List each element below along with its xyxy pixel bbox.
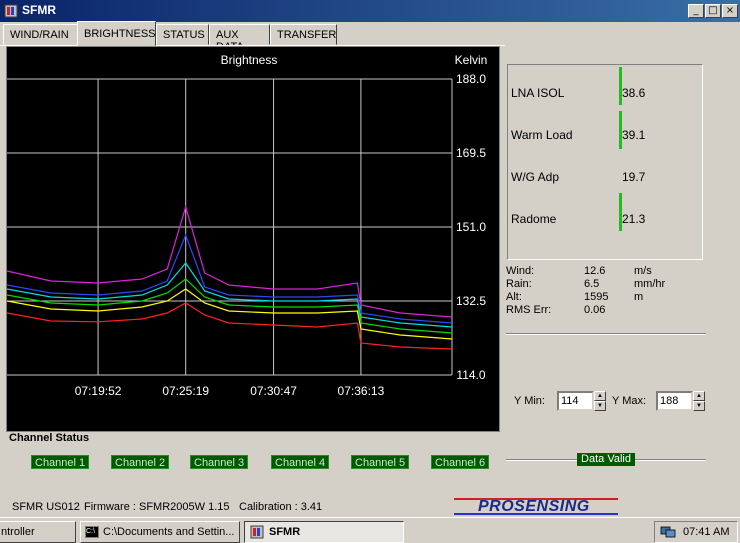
prosensing-logo: PROSENSING bbox=[454, 498, 618, 515]
chart-title: Brightness bbox=[221, 53, 278, 67]
channel-1-indicator: Channel 1 bbox=[31, 455, 90, 469]
ymax-input-value: 188 bbox=[660, 395, 679, 407]
tab-transfer[interactable]: TRANSFER bbox=[270, 24, 337, 45]
system-tray: 07:41 AM bbox=[654, 521, 738, 543]
y-tick-label: 132.5 bbox=[456, 294, 486, 308]
x-tick-label: 07:36:13 bbox=[338, 384, 385, 398]
channel-status-title: Channel Status bbox=[9, 432, 90, 444]
met-unit: mm/hr bbox=[634, 278, 666, 290]
channel-4-indicator: Channel 4 bbox=[271, 455, 330, 469]
ymax-label: Y Max: bbox=[612, 395, 647, 407]
met-unit: m bbox=[634, 291, 644, 303]
minimize-button[interactable]: _ bbox=[688, 4, 704, 18]
svg-text:PROSENSING: PROSENSING bbox=[478, 498, 590, 515]
series-line-channel-2 bbox=[7, 288, 453, 340]
y-tick-label: 169.5 bbox=[456, 146, 486, 160]
taskbar-item-cmd[interactable]: C:\ C:\Documents and Settin... bbox=[80, 521, 240, 543]
y-tick-label: 151.0 bbox=[456, 220, 486, 234]
ymin-input[interactable]: 114 bbox=[557, 391, 594, 411]
channel-5-indicator: Channel 5 bbox=[351, 455, 410, 469]
clock[interactable]: 07:41 AM bbox=[683, 526, 729, 538]
series-line-channel-3 bbox=[7, 278, 453, 334]
y-tick-label: 114.0 bbox=[456, 368, 485, 382]
aux-value-wg-adp: 19.7 bbox=[622, 170, 646, 184]
tab-aux-data[interactable]: AUX DATA bbox=[209, 24, 270, 53]
brightness-chart: Brightness Kelvin 188.0 169.5 151.0 132.5 114.… bbox=[6, 46, 500, 432]
chart-canvas: Brightness Kelvin 188.0 169.5 151.0 132.5 114.… bbox=[7, 53, 488, 398]
ymax-input[interactable]: 188 bbox=[656, 391, 693, 411]
met-label: Wind: bbox=[506, 265, 535, 277]
x-tick-label: 07:19:52 bbox=[75, 384, 122, 398]
taskbar: ntroller C:\ C:\Documents and Settin... … bbox=[0, 517, 740, 543]
separator bbox=[506, 333, 706, 335]
aux-label-warm-load: Warm Load bbox=[511, 128, 573, 142]
aux-label-wg-adp: W/G Adp bbox=[511, 170, 560, 184]
ymin-input-value: 114 bbox=[561, 395, 579, 407]
ymin-spinner[interactable]: ▲ ▼ bbox=[594, 391, 606, 411]
firmware-version: Firmware : SFMR2005W 1.15 bbox=[84, 501, 230, 513]
met-label: Rain: bbox=[506, 278, 532, 290]
taskbar-item-cmd-label: C:\Documents and Settin... bbox=[103, 526, 235, 538]
unit-id: SFMR US012 bbox=[12, 501, 80, 513]
aux-label-lna-isol: LNA ISOL bbox=[511, 86, 565, 100]
console-icon: C:\ bbox=[85, 526, 99, 538]
met-label: Alt: bbox=[506, 291, 522, 303]
aux-readout-panel: LNA ISOL 38.6 Warm Load 39.1 W/G Adp 19.… bbox=[507, 64, 703, 260]
status-bar: SFMR US012 Firmware : SFMR2005W 1.15 Cal… bbox=[0, 495, 740, 517]
data-valid-indicator: Data Valid bbox=[577, 453, 635, 466]
aux-label-radome: Radome bbox=[511, 212, 557, 226]
x-tick-label: 07:30:47 bbox=[250, 384, 297, 398]
channel-3-indicator: Channel 3 bbox=[190, 455, 249, 469]
aux-value-radome: 21.3 bbox=[622, 212, 646, 226]
network-icon[interactable] bbox=[660, 525, 676, 539]
taskbar-item-sfmr-label: SFMR bbox=[269, 526, 301, 538]
window-title: SFMR bbox=[22, 3, 56, 17]
ymax-spinner[interactable]: ▲ ▼ bbox=[693, 391, 705, 411]
ymin-down-arrow-icon[interactable]: ▼ bbox=[594, 401, 606, 411]
title-bar[interactable]: SFMR _ □ × bbox=[0, 0, 740, 22]
aux-value-warm-load: 39.1 bbox=[622, 128, 646, 142]
ymax-up-arrow-icon[interactable]: ▲ bbox=[693, 391, 705, 401]
x-tick-label: 07:25:19 bbox=[162, 384, 209, 398]
taskbar-item-sfmr[interactable]: SFMR bbox=[244, 521, 404, 543]
maximize-button[interactable]: □ bbox=[705, 4, 721, 18]
channel-6-indicator: Channel 6 bbox=[431, 455, 490, 469]
met-value: 1595 bbox=[584, 291, 609, 303]
channel-2-indicator: Channel 2 bbox=[111, 455, 170, 469]
met-value: 6.5 bbox=[584, 278, 600, 290]
ymin-label: Y Min: bbox=[514, 395, 545, 407]
app-icon bbox=[4, 4, 18, 18]
ymax-down-arrow-icon[interactable]: ▼ bbox=[693, 401, 705, 411]
met-unit: m/s bbox=[634, 265, 652, 277]
y-tick-label: 188.0 bbox=[456, 72, 486, 86]
aux-value-lna-isol: 38.6 bbox=[622, 86, 646, 100]
y-axis-unit: Kelvin bbox=[455, 53, 488, 67]
tab-status[interactable]: STATUS bbox=[156, 24, 209, 45]
ymin-up-arrow-icon[interactable]: ▲ bbox=[594, 391, 606, 401]
calibration-value: Calibration : 3.41 bbox=[239, 501, 323, 513]
tab-brightness[interactable]: BRIGHTNESS bbox=[77, 21, 156, 46]
app-icon bbox=[250, 525, 264, 539]
met-value: 0.06 bbox=[584, 304, 606, 316]
close-button[interactable]: × bbox=[722, 4, 738, 18]
taskbar-item-controller[interactable]: ntroller bbox=[0, 521, 76, 543]
tab-wind-rain[interactable]: WIND/RAIN bbox=[3, 24, 78, 45]
met-value: 12.6 bbox=[584, 265, 606, 277]
met-label: RMS Err: bbox=[506, 304, 552, 316]
